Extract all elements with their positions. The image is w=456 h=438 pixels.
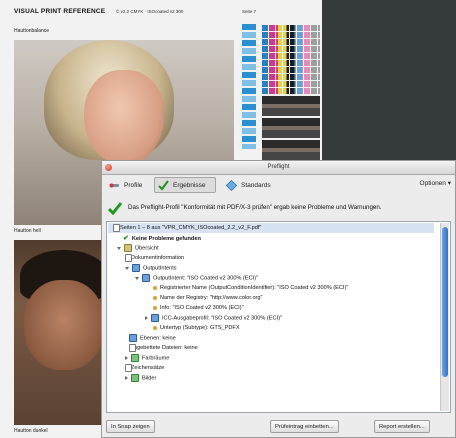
tab-standards[interactable]: Standards [222,177,284,193]
font-icon [125,364,132,372]
document-icon [125,254,132,262]
disclosure-triangle-icon[interactable] [125,266,129,270]
bullet-icon [153,305,157,310]
tab-results[interactable]: Ergebnisse [154,177,216,193]
disclosure-triangle-icon[interactable] [125,376,128,380]
portrait-photo-dark [14,240,114,425]
attachment-icon [129,344,136,352]
disclosure-triangle-icon[interactable] [117,246,121,250]
window-titlebar: Preflight [102,161,455,175]
document-icon [113,224,120,232]
tree-row-icc-profile[interactable]: ICC-Ausgabeprofil: "ISO Coated v2 300% (… [145,314,282,323]
checkmark-icon [158,180,169,191]
layers-icon [129,334,137,342]
tree-row-info[interactable]: Info: "ISO Coated v2 300% (ECI)" [153,304,244,313]
tree-row-registered-name[interactable]: Registrierter Name (OutputConditionIdent… [153,284,348,293]
label-skin-dark: Hautton dunkel [14,428,48,434]
preflight-toolbar: Profile Ergebnisse Standards Optionen ▾ [102,174,455,196]
chevron-down-icon: ▾ [447,180,451,187]
icc-profile-icon [151,314,159,322]
wrench-icon [109,183,119,188]
check-icon: ✔ [123,235,129,242]
outputintent-icon [142,274,150,282]
tab-profile[interactable]: Profile [105,177,149,193]
overview-icon [124,244,132,252]
tree-row-overview[interactable]: Übersicht [117,244,159,253]
color-bar [242,24,256,149]
bottom-button-bar: In Snap zeigen Prüfeintrag einbetten... … [102,417,455,437]
bullet-icon [153,285,157,290]
page-title: VISUAL PRINT REFERENCE [14,8,106,15]
tab-standards-label: Standards [241,182,271,189]
tree-row-file[interactable]: Seiten 1 – 8 aus "VPR_CMYK_ISOcoated_2.2… [113,224,261,233]
label-skin-light: Hautton hell [14,228,41,234]
disclosure-triangle-icon[interactable] [145,316,148,320]
tree-row-subtype[interactable]: Untertyp (Subtype): GTS_PDFX [153,324,240,333]
tree-row-fonts[interactable]: Zeichensätze [125,364,164,373]
disclosure-triangle-icon[interactable] [125,356,128,360]
options-label: Optionen [419,180,446,187]
dark-background-area [322,0,456,160]
result-summary: Das Preflight-Profil "Konformität mit PD… [106,199,451,217]
embed-entry-button[interactable]: Prüfeintrag einbetten... [270,420,339,433]
page-header: VISUAL PRINT REFERENCE © v2.2 CMYK · ISO… [14,8,314,24]
tree-row-docinfo[interactable]: Dokumentinformation [125,254,184,263]
options-menu[interactable]: Optionen ▾ [420,179,451,187]
tree-row-registry[interactable]: Name der Registry: "http://www.color.org… [153,294,263,303]
tree-row-embedded-files[interactable]: Eingebettete Dateien: keine [129,344,198,353]
tab-results-label: Ergebnisse [173,182,206,189]
window-title: Preflight [267,164,290,170]
tree-row-images[interactable]: Bilder [125,374,156,383]
color-patch-grid [262,24,320,94]
image-icon [131,374,139,382]
tab-profile-label: Profile [124,182,143,189]
page-number: Seite 7 [242,9,257,14]
preflight-window: Preflight Profile Ergebnisse Standards O… [101,160,456,438]
tree-row-colorspaces[interactable]: Farbräume [125,354,169,363]
bullet-icon [153,325,157,330]
create-report-button[interactable]: Report erstellen... [374,420,430,433]
tree-row-outputintent[interactable]: OutputIntent: "ISO Coated v2 300% (ECI)" [135,274,258,283]
scrollbar-thumb[interactable] [442,227,448,377]
disclosure-triangle-icon[interactable] [135,276,139,280]
green-checkmark-icon [108,202,122,215]
summary-text: Das Preflight-Profil "Konformität mit PD… [128,204,382,211]
results-tree[interactable]: Seiten 1 – 8 aus "VPR_CMYK_ISOcoated_2.2… [106,221,451,413]
page-subtitle: © v2.2 CMYK · ISOcoated v2 300 [116,9,184,14]
bullet-icon [153,295,157,300]
tree-row-no-problems[interactable]: ✔ Keine Probleme gefunden [123,234,201,243]
colorspace-icon [131,354,139,362]
label-skin-balance: Hauttonbalance [14,28,50,34]
show-in-snap-button[interactable]: In Snap zeigen [106,420,155,433]
diamond-icon [226,180,237,191]
close-icon[interactable] [105,164,112,171]
gray-swatches [262,96,320,160]
outputintent-icon [132,264,140,272]
tree-row-layers[interactable]: Ebenen: keine [129,334,176,343]
tree-row-outputintents[interactable]: OutputIntents [125,264,177,273]
vertical-scrollbar[interactable] [440,223,449,411]
